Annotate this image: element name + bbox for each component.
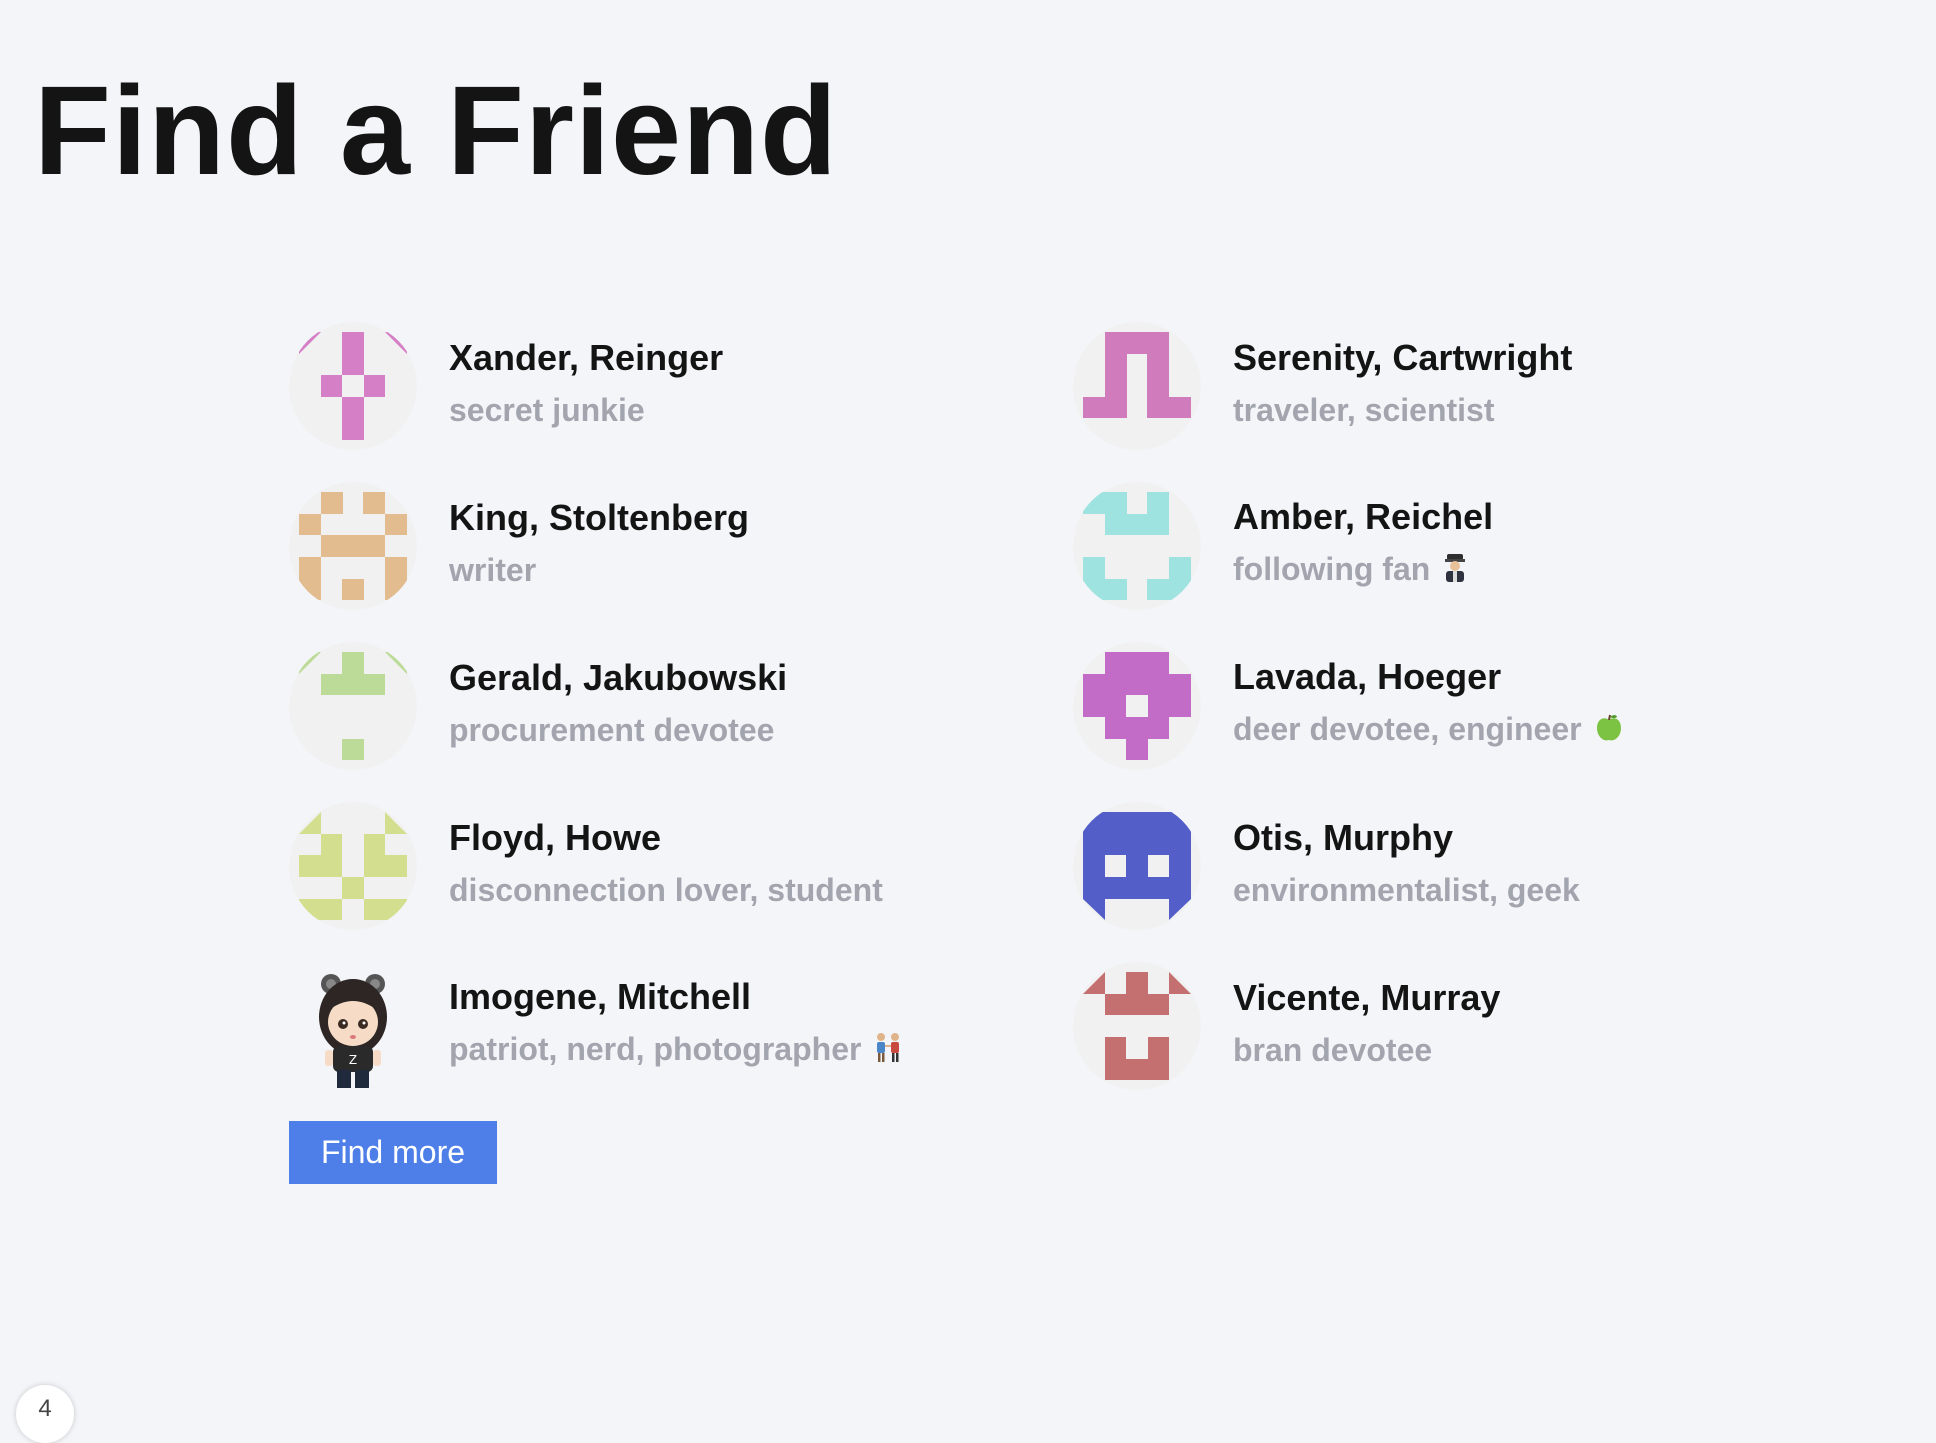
identicon-avatar [1073,322,1201,450]
friend-name: Floyd, Howe [449,817,662,859]
friend-tags: writer [449,552,537,589]
find-more-button[interactable]: Find more [289,1121,497,1184]
friend-name: Amber, Reichel [1233,496,1494,538]
friend-card-lavada[interactable]: Lavada, Hoeger deer devotee, engineer [1073,642,1673,770]
friend-tags: procurement devotee [449,712,775,749]
identicon-lavada-icon [1083,652,1191,760]
friend-name: Otis, Murphy [1233,817,1454,859]
friend-tags: patriot, nerd, photographer [449,1030,903,1072]
identicon-floyd-icon [299,812,407,920]
identicon-avatar [1073,642,1201,770]
friend-card-floyd[interactable]: Floyd, Howe disconnection lover, student [289,802,1073,930]
friend-name: Vicente, Murray [1233,977,1501,1019]
friend-card-imogene[interactable]: Z Imogene, Mitchell patriot, nerd, photo… [289,962,1073,1090]
identicon-avatar [289,482,417,610]
identicon-gerald-icon [299,652,407,760]
couple-holding-hands-emoji-icon [873,1031,903,1071]
page-title: Find a Friend [34,60,839,201]
friend-name: Gerald, Jakubowski [449,657,788,699]
friend-list: Xander, Reinger secret junkie Serenity, … [289,322,1689,1122]
identicon-avatar [1073,962,1201,1090]
friend-tags: following fan [1233,550,1493,591]
friend-card-otis[interactable]: Otis, Murphy environmentalist, geek [1073,802,1673,930]
friend-name: King, Stoltenberg [449,497,749,539]
friend-name: Lavada, Hoeger [1233,656,1502,698]
friend-tags: deer devotee, engineer [1233,710,1624,751]
friend-tags: environmentalist, geek [1233,872,1580,909]
identicon-avatar [1073,802,1201,930]
photo-avatar: Z [289,962,417,1090]
identicon-avatar [1073,482,1201,610]
identicon-serenity-icon [1083,332,1191,418]
friend-name: Xander, Reinger [449,337,724,379]
friend-card-xander[interactable]: Xander, Reinger secret junkie [289,322,1073,450]
green-apple-emoji-icon [1594,713,1624,751]
friend-card-amber[interactable]: Amber, Reichel following fan [1073,482,1673,610]
cartoon-girl-avatar-icon: Z [319,974,387,1088]
friend-card-vicente[interactable]: Vicente, Murray bran devotee [1073,962,1673,1090]
friend-name: Serenity, Cartwright [1233,337,1573,379]
friend-name: Imogene, Mitchell [449,975,752,1017]
page-number-badge[interactable]: 4 [16,1385,74,1443]
friend-tags: secret junkie [449,392,645,429]
friend-card-serenity[interactable]: Serenity, Cartwright traveler, scientist [1073,322,1673,450]
identicon-xander-icon [299,332,407,440]
friend-tags: traveler, scientist [1233,392,1495,429]
pilot-emoji-icon [1442,553,1468,591]
identicon-avatar [289,322,417,450]
svg-text:Z: Z [349,1053,357,1067]
identicon-vicente-icon [1083,972,1191,1080]
friend-card-gerald[interactable]: Gerald, Jakubowski procurement devotee [289,642,1073,770]
identicon-amber-icon [1083,492,1191,600]
friend-card-king[interactable]: King, Stoltenberg writer [289,482,1073,610]
identicon-otis-icon [1083,812,1191,920]
identicon-king-icon [299,492,407,600]
friend-tags: disconnection lover, student [449,872,883,909]
identicon-avatar [289,642,417,770]
friend-tags: bran devotee [1233,1032,1433,1069]
identicon-avatar [289,802,417,930]
